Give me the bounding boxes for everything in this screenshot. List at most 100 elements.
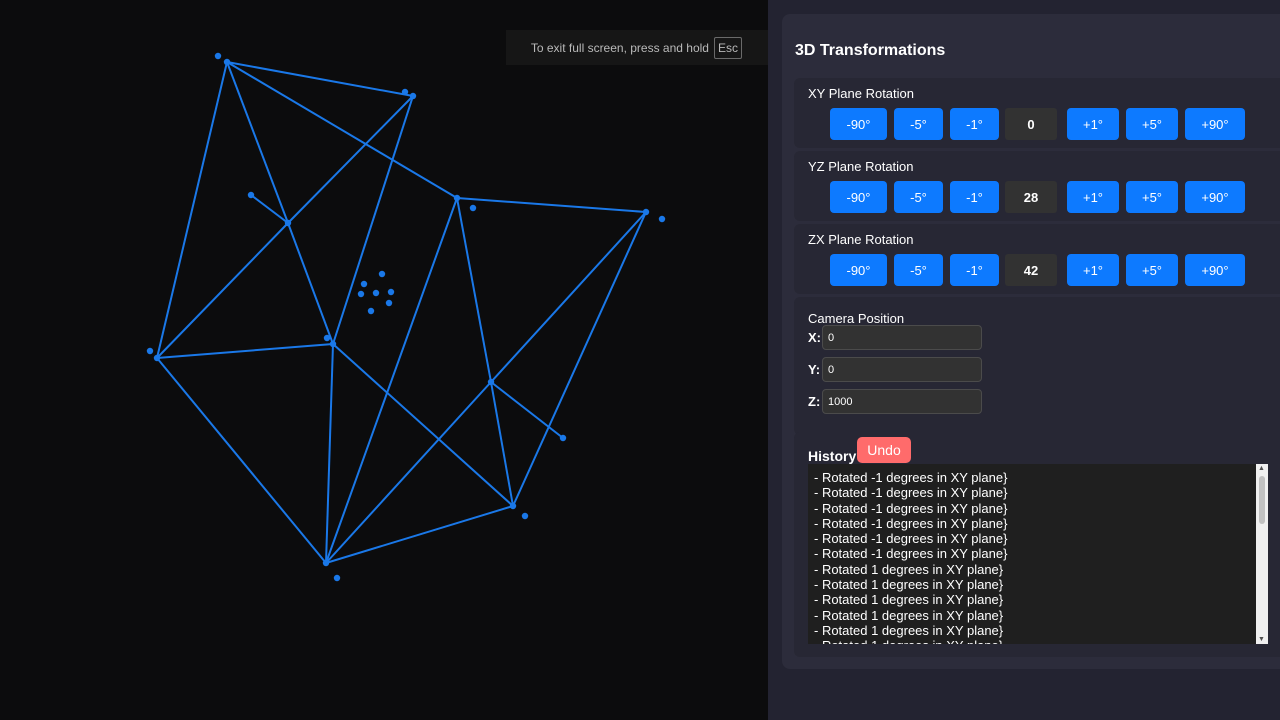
wireframe-vertex xyxy=(357,290,365,298)
history-list: - Rotated -1 degrees in XY plane} - Rotat… xyxy=(814,470,1268,644)
camera-section: Camera Position X: Y: Z: xyxy=(794,297,1280,435)
wireframe-vertex xyxy=(214,52,222,60)
zx-rotation-label: ZX Plane Rotation xyxy=(808,232,914,247)
wireframe-vertex xyxy=(146,347,154,355)
undo-button[interactable]: Undo xyxy=(857,437,911,463)
xy-rotation-label: XY Plane Rotation xyxy=(808,86,914,101)
wireframe-edge xyxy=(332,95,414,345)
fullscreen-notice-text: To exit full screen, press and hold xyxy=(530,40,709,55)
wireframe-vertex xyxy=(521,512,529,520)
wireframe-vertex xyxy=(329,340,337,348)
wireframe-vertex xyxy=(333,574,341,582)
zx-rotation-value: 42 xyxy=(1005,254,1057,286)
wireframe-edge xyxy=(325,505,514,564)
yz-plus5-button[interactable]: +5° xyxy=(1126,181,1178,213)
wireframe-vertex xyxy=(469,204,477,212)
yz-plus90-button[interactable]: +90° xyxy=(1185,181,1245,213)
wireframe-vertex xyxy=(247,191,255,199)
wireframe-edge xyxy=(490,381,514,507)
wireframe-vertex xyxy=(367,307,375,315)
zx-plus90-button[interactable]: +90° xyxy=(1185,254,1245,286)
wireframe-vertex xyxy=(559,434,567,442)
wireframe-edge xyxy=(156,343,334,359)
camera-z-input[interactable] xyxy=(822,389,982,414)
wireframe-vertex xyxy=(323,334,331,342)
history-list-box[interactable]: - Rotated -1 degrees in XY plane} - Rotat… xyxy=(808,464,1268,644)
wireframe-vertex xyxy=(284,219,292,227)
xy-minus5-button[interactable]: -5° xyxy=(894,108,943,140)
yz-minus90-button[interactable]: -90° xyxy=(830,181,887,213)
wireframe-vertex xyxy=(372,289,380,297)
wireframe-vertex xyxy=(509,502,517,510)
camera-y-label: Y: xyxy=(808,362,821,377)
xy-minus1-button[interactable]: -1° xyxy=(950,108,999,140)
xy-plus5-button[interactable]: +5° xyxy=(1126,108,1178,140)
yz-minus1-button[interactable]: -1° xyxy=(950,181,999,213)
yz-minus5-button[interactable]: -5° xyxy=(894,181,943,213)
camera-x-label: X: xyxy=(808,330,821,345)
camera-y-input[interactable] xyxy=(822,357,982,382)
wireframe-vertex xyxy=(153,354,161,362)
zx-minus90-button[interactable]: -90° xyxy=(830,254,887,286)
transform-panel: 3D Transformations XY Plane Rotation -90… xyxy=(782,14,1280,669)
viewport-canvas[interactable] xyxy=(0,0,768,720)
wireframe-vertex xyxy=(401,88,409,96)
history-entry: - Rotated 1 degrees in XY plane} xyxy=(814,622,1004,638)
scrollbar-thumb[interactable] xyxy=(1259,476,1265,524)
zx-minus1-button[interactable]: -1° xyxy=(950,254,999,286)
wireframe-edge xyxy=(325,343,334,564)
esc-key-badge: Esc xyxy=(713,36,742,59)
wireframe-spoke xyxy=(490,381,564,439)
xy-rotation-section: XY Plane Rotation -90° -5° -1° 0 +1° +5°… xyxy=(794,78,1280,148)
history-entry: - Rotated -1 degrees in XY plane} xyxy=(814,531,1008,547)
yz-plus1-button[interactable]: +1° xyxy=(1067,181,1119,213)
history-entry: - Rotated 1 degrees in XY plane} xyxy=(814,607,1004,623)
history-section: History Undo - Rotated -1 degrees in XY … xyxy=(794,432,1280,657)
wireframe-view xyxy=(146,52,666,582)
yz-rotation-value: 28 xyxy=(1005,181,1057,213)
xy-rotation-value: 0 xyxy=(1005,108,1057,140)
zx-rotation-section: ZX Plane Rotation -90° -5° -1° 42 +1° +5… xyxy=(794,224,1280,294)
history-entry: - Rotated 1 degrees in XY plane} xyxy=(814,592,1004,608)
history-entry: - Rotated -1 degrees in XY plane} xyxy=(814,470,1008,485)
xy-minus90-button[interactable]: -90° xyxy=(830,108,887,140)
wireframe-vertex xyxy=(642,208,650,216)
wireframe-vertex xyxy=(658,215,666,223)
history-label: History xyxy=(808,448,857,464)
history-entry: - Rotated 1 degrees in XY plane} xyxy=(814,638,1268,644)
scroll-up-icon[interactable]: ▲ xyxy=(1258,465,1265,472)
xy-plus90-button[interactable]: +90° xyxy=(1185,108,1245,140)
wireframe-edge xyxy=(156,222,289,359)
scroll-down-icon[interactable]: ▼ xyxy=(1258,636,1265,643)
history-entry: - Rotated -1 degrees in XY plane} xyxy=(814,546,1008,562)
wireframe-edge xyxy=(156,357,327,564)
camera-position-label: Camera Position xyxy=(808,311,905,326)
yz-rotation-section: YZ Plane Rotation -90° -5° -1° 28 +1° +5… xyxy=(794,151,1280,221)
history-entry: - Rotated -1 degrees in XY plane} xyxy=(814,515,1008,531)
camera-z-row: Z: xyxy=(808,389,982,414)
wireframe-vertex xyxy=(385,299,393,307)
wireframe-edge xyxy=(325,381,492,564)
wireframe-edge xyxy=(287,95,414,224)
zx-plus5-button[interactable]: +5° xyxy=(1126,254,1178,286)
history-scrollbar[interactable]: ▲ ▼ xyxy=(1256,464,1268,644)
fullscreen-notice: To exit full screen, press and hold Esc xyxy=(506,30,774,65)
history-entry: - Rotated 1 degrees in XY plane} xyxy=(814,577,1004,593)
camera-y-row: Y: xyxy=(808,357,982,382)
wireframe-edge xyxy=(332,343,514,507)
wireframe-vertex xyxy=(409,92,417,100)
zx-plus1-button[interactable]: +1° xyxy=(1067,254,1119,286)
wireframe-edge xyxy=(490,211,647,383)
wireframe-edge xyxy=(456,197,492,383)
wireframe-vertex xyxy=(453,194,461,202)
wireframe-vertex xyxy=(322,559,330,567)
yz-rotation-label: YZ Plane Rotation xyxy=(808,159,914,174)
panel-title: 3D Transformations xyxy=(795,42,946,59)
wireframe-vertex xyxy=(387,288,395,296)
history-entry: - Rotated -1 degrees in XY plane} xyxy=(814,485,1008,501)
zx-minus5-button[interactable]: -5° xyxy=(894,254,943,286)
wireframe-vertex xyxy=(223,58,231,66)
camera-z-label: Z: xyxy=(808,394,821,409)
camera-x-input[interactable] xyxy=(822,325,982,350)
xy-plus1-button[interactable]: +1° xyxy=(1067,108,1119,140)
